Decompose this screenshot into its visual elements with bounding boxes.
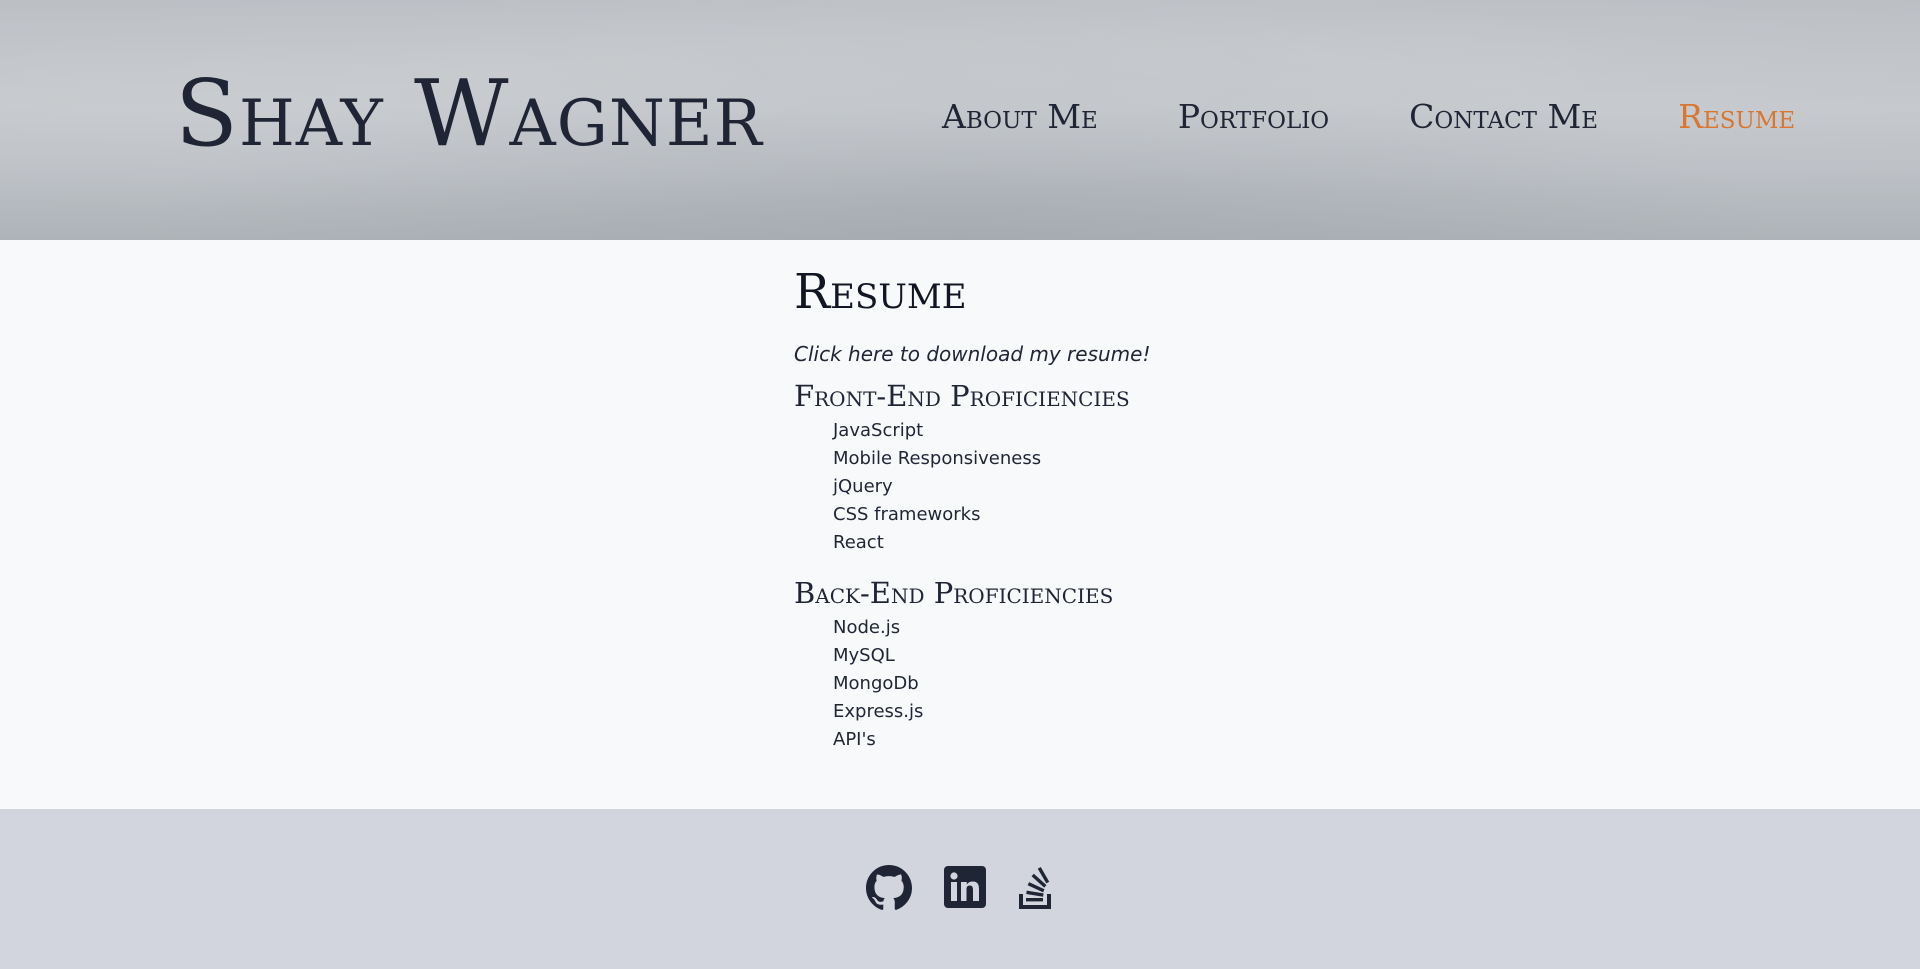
skill-item: jQuery	[833, 476, 893, 497]
skill-item: React	[833, 532, 884, 553]
skill-item: MongoDb	[833, 673, 919, 694]
page-title: Resume	[794, 264, 967, 320]
skill-item: JavaScript	[833, 420, 924, 441]
nav-portfolio[interactable]: Portfolio	[1178, 100, 1329, 133]
nav-about-me[interactable]: About Me	[942, 100, 1098, 133]
skill-item: Express.js	[833, 701, 924, 722]
main-nav: About Me Portfolio Contact Me Resume	[942, 100, 1795, 133]
front-end-section: Front-End Proficiencies JavaScript Mobil…	[794, 382, 1394, 557]
skill-item: Node.js	[833, 617, 901, 638]
stack-overflow-icon[interactable]	[1017, 866, 1055, 914]
back-end-section: Back-End Proficiencies Node.js MySQL Mon…	[794, 579, 1394, 754]
download-resume-link[interactable]: Click here to download my resume!	[794, 342, 1394, 366]
section-title-front-end: Front-End Proficiencies	[794, 379, 1130, 413]
skill-item: MySQL	[833, 645, 895, 666]
skill-item: API's	[833, 729, 876, 750]
back-end-skill-list: Node.js MySQL MongoDb Express.js API's	[794, 614, 1394, 754]
resume-content: Resume Click here to download my resume!…	[794, 268, 1394, 776]
nav-resume[interactable]: Resume	[1678, 100, 1795, 133]
skill-item: CSS frameworks	[833, 504, 981, 525]
linkedin-icon[interactable]	[944, 866, 986, 912]
front-end-skill-list: JavaScript Mobile Responsiveness jQuery …	[794, 417, 1394, 557]
skill-item: Mobile Responsiveness	[833, 448, 1042, 469]
site-brand[interactable]: Shay Wagner	[175, 68, 763, 160]
nav-contact-me[interactable]: Contact Me	[1409, 100, 1598, 133]
github-icon[interactable]	[866, 865, 912, 915]
section-title-back-end: Back-End Proficiencies	[794, 576, 1114, 610]
site-header: Shay Wagner About Me Portfolio Contact M…	[0, 0, 1920, 240]
